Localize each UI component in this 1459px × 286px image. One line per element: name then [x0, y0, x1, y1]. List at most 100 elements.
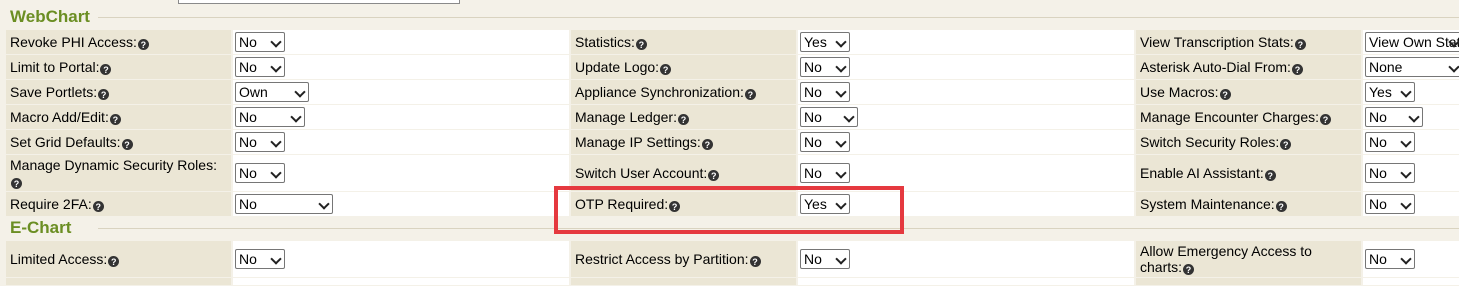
switch-user-account-select[interactable]: No [800, 163, 850, 183]
setting-label-cell: View Transcription Stats:? [1136, 30, 1361, 54]
setting-label-cell: Limited Access:? [6, 241, 231, 277]
use-macros-select[interactable]: Yes [1365, 82, 1415, 102]
setting-label-text: Switch Security Roles: [1140, 134, 1280, 150]
question-circle-icon[interactable]: ? [1264, 170, 1276, 181]
manage-ip-settings-select[interactable]: No [800, 132, 850, 152]
question-circle-icon[interactable]: ? [1219, 89, 1231, 100]
settings-row: Save Portlets:? Own Appliance Synchronizat… [6, 80, 1459, 105]
setting-label: Require 2FA:? [10, 196, 104, 212]
setting-label-text: Limit to Portal: [10, 59, 100, 75]
appliance-synchronization-select[interactable]: No [800, 82, 850, 102]
question-circle-icon[interactable]: ? [109, 114, 121, 125]
statistics-select[interactable]: Yes [800, 32, 850, 52]
setting-label: Manage Ledger:? [575, 109, 689, 125]
setting-value-cell: No [1363, 130, 1459, 154]
setting-label-cell: Use Macros:? [1136, 80, 1361, 104]
setting-label-text: Manage Ledger: [575, 109, 677, 125]
settings-row: Revoke PHI Access:? No Statistics:? Yes View… [6, 30, 1459, 55]
setting-label-cell: Asterisk Auto-Dial From:? [1136, 55, 1361, 79]
setting-label-text: Macro Add/Edit: [10, 109, 109, 125]
setting-label-text: Switch User Account: [575, 165, 708, 181]
asterisk-auto-dial-from-select[interactable]: None [1365, 57, 1459, 77]
question-circle-icon[interactable]: ? [92, 201, 104, 212]
setting-label-text: Asterisk Auto-Dial From: [1140, 59, 1291, 75]
setting-value-cell [233, 278, 569, 285]
select-value: No [1369, 196, 1387, 212]
question-circle-icon[interactable]: ? [137, 39, 149, 50]
setting-label: Manage Encounter Charges:? [1140, 109, 1331, 125]
setting-label-text: Require 2FA: [10, 196, 92, 212]
select-value: Yes [1369, 84, 1392, 100]
select-value: No [1369, 134, 1387, 150]
setting-value-cell: No [798, 241, 1134, 277]
settings-row: Limit to Portal:? No Update Logo:? No Asteri… [6, 55, 1459, 80]
setting-value-cell: No [798, 105, 1134, 129]
select-value: No [1369, 165, 1387, 181]
switch-security-roles-select[interactable]: No [1365, 132, 1415, 152]
setting-label-cell [6, 278, 231, 285]
view-transcription-stats-select[interactable]: View Own Stats [1365, 32, 1459, 52]
set-grid-defaults-select[interactable]: No [235, 132, 285, 152]
select-value: No [804, 251, 822, 267]
question-circle-icon[interactable]: ? [708, 170, 720, 181]
setting-value-cell: No [1363, 105, 1459, 129]
setting-label-text: Manage Encounter Charges: [1140, 109, 1319, 125]
select-value: No [239, 251, 257, 267]
revoke-phi-access-select[interactable]: No [235, 32, 285, 52]
update-logo-select[interactable]: No [800, 57, 850, 77]
limit-to-portal-select[interactable]: No [235, 57, 285, 77]
question-circle-icon[interactable]: ? [1183, 264, 1195, 275]
question-circle-icon[interactable]: ? [749, 256, 761, 267]
limited-access-select[interactable]: No [235, 249, 285, 269]
setting-value-cell: Yes [798, 30, 1134, 54]
select-value: No [804, 84, 822, 100]
question-circle-icon[interactable]: ? [744, 89, 756, 100]
question-circle-icon[interactable]: ? [677, 114, 689, 125]
chevron-down-icon [1400, 167, 1412, 179]
manage-encounter-charges-select[interactable]: No [1365, 107, 1423, 127]
manage-dynamic-security-roles-select[interactable]: No [235, 163, 285, 183]
question-circle-icon[interactable]: ? [100, 64, 112, 75]
question-circle-icon[interactable]: ? [660, 64, 672, 75]
system-maintenance-select[interactable]: No [1365, 194, 1415, 214]
question-circle-icon[interactable]: ? [1291, 64, 1303, 75]
setting-label-cell: Macro Add/Edit:? [6, 105, 231, 129]
question-circle-icon[interactable]: ? [1294, 39, 1306, 50]
question-circle-icon[interactable]: ? [635, 39, 647, 50]
highlight-box [554, 186, 904, 234]
save-portlets-select[interactable]: Own [235, 82, 309, 102]
select-value: View Own Stats [1369, 34, 1459, 50]
macro-add-edit-select[interactable]: No [235, 107, 305, 127]
question-circle-icon[interactable]: ? [108, 256, 120, 267]
question-circle-icon[interactable]: ? [1320, 114, 1331, 125]
question-circle-icon[interactable]: ? [1280, 139, 1292, 150]
chevron-down-icon [1448, 61, 1459, 73]
setting-label-cell: Manage IP Settings:? [571, 130, 796, 154]
setting-label-text: Manage IP Settings: [575, 134, 701, 150]
question-circle-icon[interactable]: ? [11, 178, 22, 189]
setting-label-cell: Manage Ledger:? [571, 105, 796, 129]
setting-label: System Maintenance:? [1140, 196, 1287, 212]
setting-label: Manage Dynamic Security Roles:? [10, 157, 227, 189]
question-circle-icon[interactable]: ? [121, 139, 133, 150]
question-circle-icon[interactable]: ? [98, 89, 110, 100]
restrict-access-by-partition-select[interactable]: No [800, 249, 850, 269]
setting-label: Enable AI Assistant:? [1140, 165, 1276, 181]
chevron-down-icon [270, 136, 282, 148]
chevron-down-icon [835, 253, 847, 265]
question-circle-icon[interactable]: ? [701, 139, 713, 150]
setting-label-cell: Set Grid Defaults:? [6, 130, 231, 154]
require-2fa-select[interactable]: No [235, 194, 333, 214]
setting-label-text: Manage Dynamic Security Roles: [10, 157, 217, 173]
setting-value-cell: No [1363, 192, 1459, 216]
select-value: No [1369, 251, 1387, 267]
manage-ledger-select[interactable]: No [800, 107, 858, 127]
allow-emergency-access-to-charts-select[interactable]: No [1365, 249, 1415, 269]
setting-label-cell: Restrict Access by Partition:? [571, 241, 796, 277]
setting-label-text: Limited Access: [10, 251, 108, 267]
top-input[interactable] [178, 0, 460, 4]
setting-value-cell: No [233, 30, 569, 54]
enable-ai-assistant-select[interactable]: No [1365, 163, 1415, 183]
select-value: Own [239, 84, 268, 100]
question-circle-icon[interactable]: ? [1275, 201, 1287, 212]
